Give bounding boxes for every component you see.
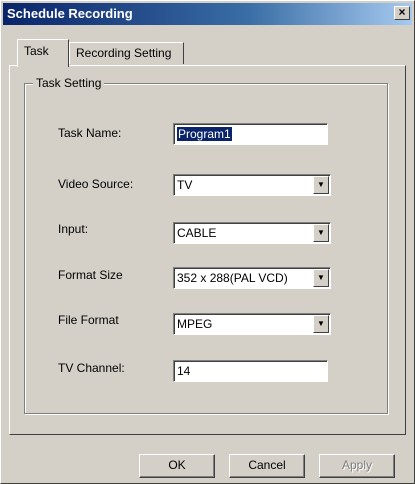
tv-channel-input[interactable]: 14	[173, 360, 328, 382]
input-dropdown-button[interactable]: ▼	[313, 224, 329, 242]
ok-button[interactable]: OK	[139, 454, 215, 478]
task-setting-group-title: Task Setting	[33, 76, 105, 90]
tv-channel-label: TV Channel:	[58, 361, 125, 375]
tab-task-label: Task	[24, 44, 49, 58]
format-size-dropdown-button[interactable]: ▼	[313, 269, 329, 287]
close-button[interactable]: ×	[394, 6, 410, 20]
video-source-value: TV	[177, 178, 193, 192]
tab-task[interactable]: Task	[17, 39, 69, 67]
title-bar[interactable]: Schedule Recording ×	[3, 3, 412, 25]
input-value: CABLE	[177, 226, 217, 240]
format-size-label: Format Size	[58, 268, 123, 282]
chevron-down-icon: ▼	[317, 273, 325, 282]
format-size-select[interactable]: 352 x 288(PAL VCD) ▼	[173, 267, 331, 289]
file-format-dropdown-button[interactable]: ▼	[313, 315, 329, 333]
chevron-down-icon: ▼	[317, 228, 325, 237]
format-size-value: 352 x 288(PAL VCD)	[177, 271, 288, 285]
input-label: Input:	[58, 222, 89, 236]
video-source-select[interactable]: TV ▼	[173, 174, 331, 196]
tab-recording-setting-label: Recording Setting	[76, 46, 172, 60]
cancel-button[interactable]: Cancel	[229, 454, 305, 478]
tv-channel-value: 14	[177, 364, 191, 378]
file-format-value: MPEG	[177, 317, 213, 331]
input-select[interactable]: CABLE ▼	[173, 222, 331, 244]
chevron-down-icon: ▼	[317, 319, 325, 328]
close-icon: ×	[398, 5, 406, 19]
video-source-label: Video Source:	[58, 177, 134, 191]
file-format-label: File Format	[58, 313, 119, 327]
window-title: Schedule Recording	[7, 6, 133, 21]
video-source-dropdown-button[interactable]: ▼	[313, 176, 329, 194]
task-name-input[interactable]: Program1	[173, 123, 328, 145]
chevron-down-icon: ▼	[317, 180, 325, 189]
file-format-select[interactable]: MPEG ▼	[173, 313, 331, 335]
apply-button[interactable]: Apply	[319, 454, 395, 478]
task-name-value: Program1	[177, 127, 232, 141]
tab-recording-setting[interactable]: Recording Setting	[69, 42, 184, 64]
task-name-label: Task Name:	[58, 126, 122, 140]
